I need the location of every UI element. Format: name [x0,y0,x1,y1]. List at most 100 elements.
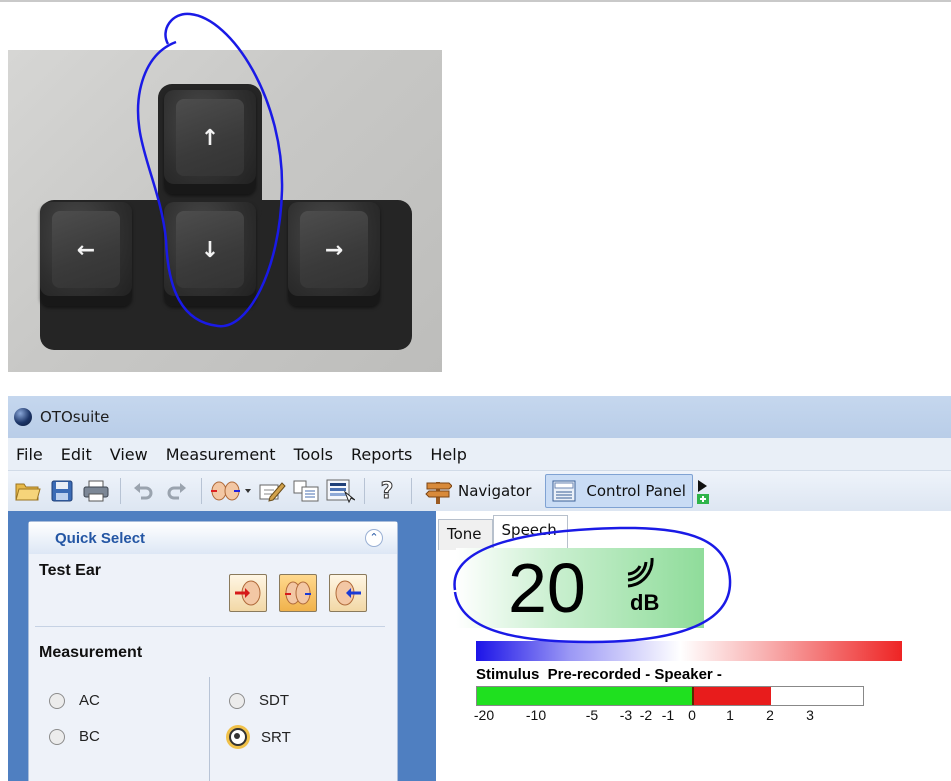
up-arrow-key: ↑ [164,90,256,194]
redo-icon [167,483,186,500]
open-folder-button[interactable] [12,476,44,506]
redo-button[interactable] [161,476,193,506]
binaural-ear-button[interactable] [279,574,317,612]
toolbar-separator [201,478,202,504]
toolbar: ? Navigator Control Panel [8,471,951,512]
menu-reports[interactable]: Reports [343,445,422,464]
tab-speech[interactable]: Speech [492,515,568,550]
vu-tick-label: 0 [688,707,696,723]
up-arrow-icon: ↑ [200,126,220,151]
undo-icon [134,483,153,500]
down-arrow-icon: ↓ [200,238,220,263]
radio-label: SDT [259,692,289,709]
speech-pane: Tone Speech 20 dB Stimulus Pre-recorded … [436,511,951,781]
menu-view[interactable]: View [102,445,158,464]
radio-button[interactable] [229,692,245,709]
save-button[interactable] [46,476,78,506]
vu-tick-label: 2 [766,707,774,723]
vu-tick-label: 3 [806,707,814,723]
measurement-label: Measurement [39,644,143,661]
menu-measurement[interactable]: Measurement [158,445,286,464]
left-ear-button[interactable] [329,574,367,612]
radio-button-selected[interactable] [229,728,247,746]
open-folder-icon [15,483,41,501]
help-button[interactable]: ? [371,476,403,506]
toolbar-separator [364,478,365,504]
tab-tone[interactable]: Tone [438,519,493,550]
top-rule [0,0,951,2]
stimulus-level-display: 20 dB [456,548,704,628]
radio-button[interactable] [49,692,65,709]
test-tabs: Tone Speech [438,515,568,550]
printer-icon [83,480,109,502]
both-ears-icon [211,481,251,501]
quick-select-title: Quick Select [55,529,146,547]
vu-meter-green [477,687,693,705]
notes-button[interactable] [290,476,322,506]
test-ear-label: Test Ear [39,562,101,579]
arrow-key-cluster: ↑ ← ↓ → [40,84,412,350]
vu-scale: -20 -10 -5 -3 -2 -1 0 1 2 3 [473,707,906,727]
toolbar-separator [120,478,121,504]
toolbar-overflow-button[interactable] [693,476,713,506]
vu-tick-label: -10 [525,707,547,723]
radio-label: BC [79,728,100,745]
left-pane: Quick Select ⌃ Test Ear Measurement AC B… [8,511,436,781]
vu-tick-label: -20 [473,707,495,723]
overflow-play-icon [696,480,709,504]
vu-meter-zero-marker [692,687,694,705]
print-button[interactable] [80,476,112,506]
navigator-button[interactable]: Navigator [418,475,537,507]
radio-ac[interactable]: AC [49,692,100,709]
menu-tools[interactable]: Tools [286,445,343,464]
right-ear-icon [235,580,261,606]
vu-tick-label: -3 [619,707,633,723]
edit-session-button[interactable] [256,476,288,506]
radio-label: AC [79,692,100,709]
control-panel-label: Control Panel [586,482,686,500]
intensity-gradient-bar [476,641,902,661]
sound-waves-icon [627,557,654,588]
vu-tick-label: -1 [661,707,675,723]
vu-meter-red [693,687,771,705]
toolbar-separator [411,478,412,504]
level-value: 20 [508,549,586,627]
report-list-button[interactable] [324,476,356,506]
menu-bar: File Edit View Measurement Tools Reports… [8,438,951,471]
radio-bc[interactable]: BC [49,728,100,745]
notes-icon [293,480,319,502]
section-divider [35,626,385,627]
both-ears-icon [285,581,311,605]
vu-tick-label: 1 [726,707,734,723]
right-arrow-icon: → [324,238,344,263]
title-bar: OTOsuite [8,396,951,438]
signpost-icon [425,482,452,504]
menu-help[interactable]: Help [422,445,476,464]
radio-srt[interactable]: SRT [229,728,291,746]
window-title: OTOsuite [40,408,110,426]
quick-select-panel: Quick Select ⌃ Test Ear Measurement AC B… [28,521,398,781]
vu-meter [476,686,864,706]
ear-select-dropdown-button[interactable] [208,476,254,506]
collapse-icon[interactable]: ⌃ [365,529,383,547]
stimulus-info: Stimulus Pre-recorded - Speaker - [476,666,722,683]
left-arrow-icon: ← [76,238,96,263]
vu-tick-label: -2 [639,707,653,723]
help-icon: ? [380,479,394,505]
quick-select-header: Quick Select ⌃ [29,522,397,554]
right-ear-button[interactable] [229,574,267,612]
edit-session-icon [259,482,286,502]
level-unit: dB [630,590,660,615]
control-panel-button[interactable]: Control Panel [545,474,693,508]
control-panel-icon [552,480,576,502]
right-arrow-key: → [288,202,380,306]
radio-button[interactable] [49,728,65,745]
menu-edit[interactable]: Edit [53,445,102,464]
navigator-label: Navigator [458,482,532,500]
radio-sdt[interactable]: SDT [229,692,289,709]
undo-button[interactable] [127,476,159,506]
menu-file[interactable]: File [8,445,53,464]
left-ear-icon [335,580,361,606]
options-separator [209,677,210,781]
svg-text:?: ? [381,479,394,504]
